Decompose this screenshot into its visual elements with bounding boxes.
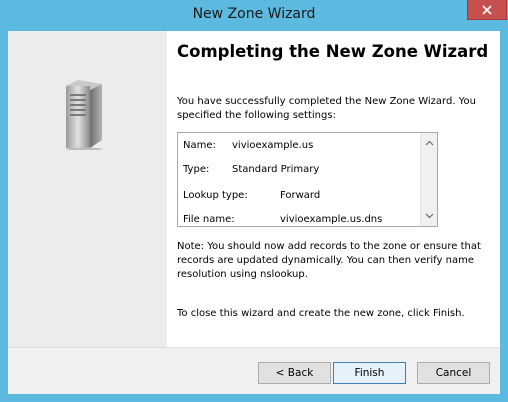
intro-text: You have successfully completed the New … bbox=[177, 96, 476, 121]
title-bar[interactable]: New Zone Wizard bbox=[0, 0, 508, 31]
setting-row-type: Type: Standard Primary bbox=[183, 164, 319, 175]
setting-label: Type: bbox=[183, 164, 210, 175]
cancel-button[interactable]: Cancel bbox=[417, 362, 490, 384]
setting-label: Name: bbox=[183, 140, 216, 151]
closing-text: To close this wizard and create the new … bbox=[177, 308, 465, 319]
scroll-up-button[interactable] bbox=[421, 135, 437, 151]
setting-row-file-name: File name: vivioexample.us.dns bbox=[183, 214, 382, 225]
setting-row-lookup-type: Lookup type: Forward bbox=[183, 190, 320, 201]
page-title: Completing the New Zone Wizard bbox=[177, 42, 489, 61]
close-button[interactable] bbox=[467, 0, 507, 20]
window-title: New Zone Wizard bbox=[192, 6, 316, 22]
setting-value: vivioexample.us.dns bbox=[280, 214, 383, 225]
settings-summary[interactable]: Name: vivioexample.us Type: Standard Pri… bbox=[177, 132, 438, 227]
wizard-content: Completing the New Zone Wizard You have … bbox=[167, 31, 500, 347]
note-text: Note: You should now add records to the … bbox=[177, 241, 481, 280]
setting-label: File name: bbox=[183, 214, 235, 225]
back-button[interactable]: < Back bbox=[258, 362, 331, 384]
server-icon bbox=[66, 80, 102, 150]
scroll-down-button[interactable] bbox=[421, 208, 437, 224]
button-bar: < Back Finish Cancel bbox=[8, 347, 500, 394]
vertical-scrollbar[interactable] bbox=[420, 133, 437, 226]
finish-button[interactable]: Finish bbox=[333, 362, 406, 384]
wizard-body: Completing the New Zone Wizard You have … bbox=[8, 31, 500, 394]
chevron-up-icon bbox=[425, 140, 433, 146]
close-icon bbox=[482, 4, 492, 15]
setting-value: vivioexample.us bbox=[232, 140, 314, 151]
wizard-window: New Zone Wizard Completing the New Zone … bbox=[0, 0, 508, 402]
wizard-side-panel bbox=[8, 31, 167, 347]
setting-label: Lookup type: bbox=[183, 190, 248, 201]
setting-row-name: Name: vivioexample.us bbox=[183, 140, 313, 151]
setting-value: Standard Primary bbox=[232, 164, 320, 175]
chevron-down-icon bbox=[425, 213, 433, 219]
setting-value: Forward bbox=[280, 190, 321, 201]
